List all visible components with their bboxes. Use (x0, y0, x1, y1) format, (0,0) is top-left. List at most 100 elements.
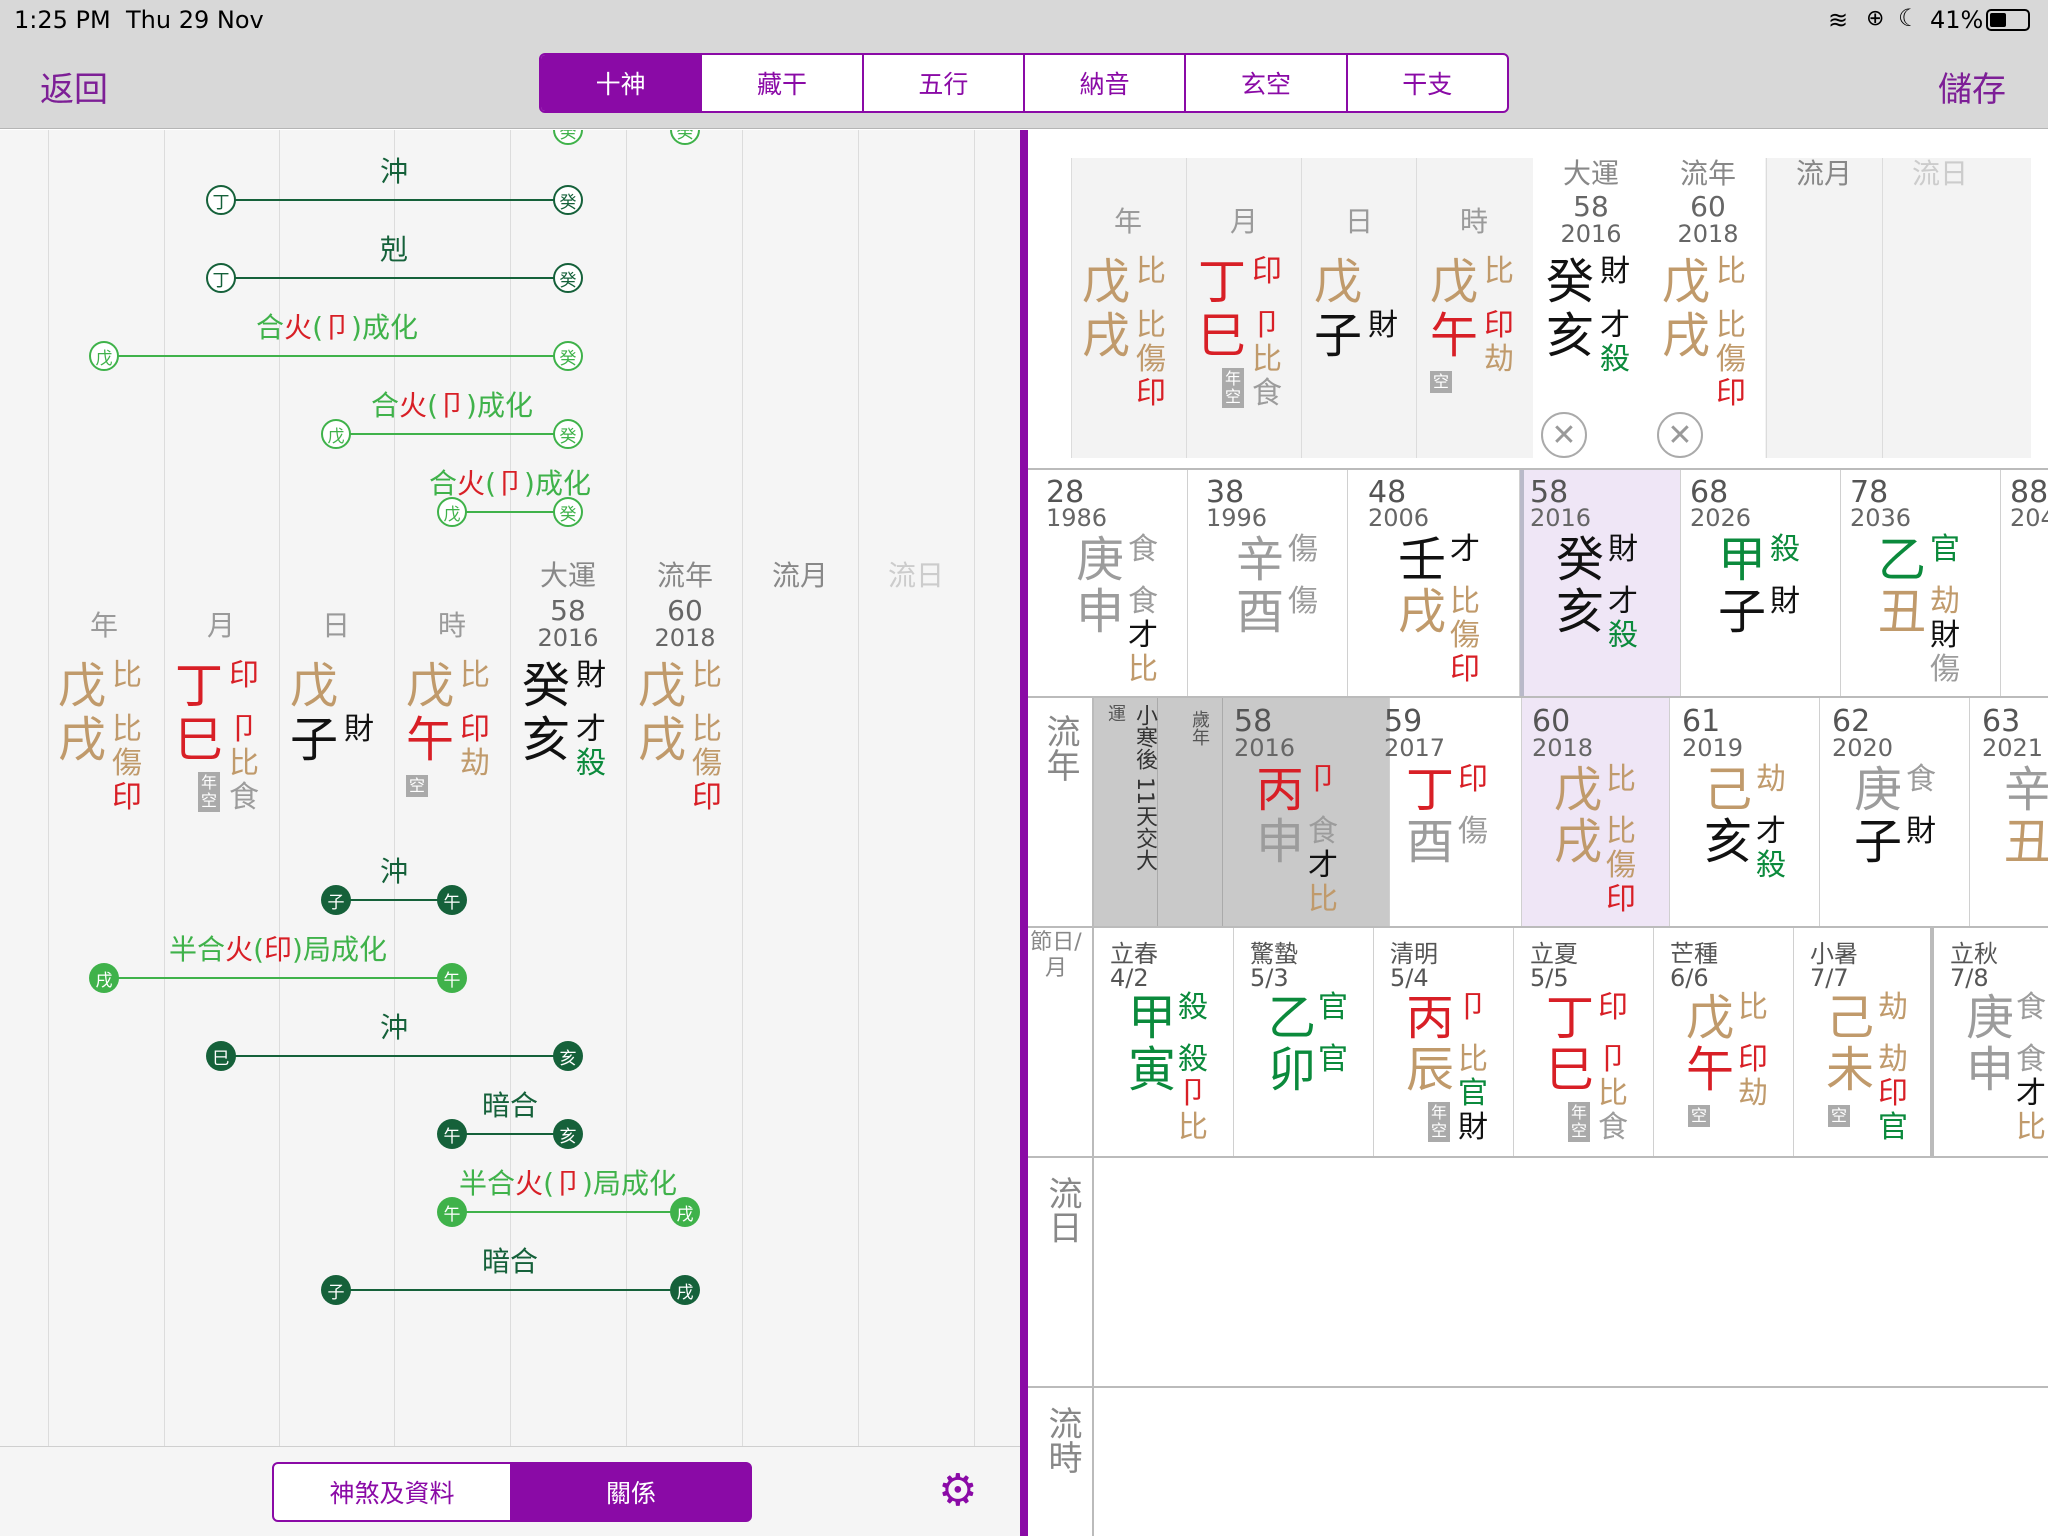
god: 財 (1458, 1110, 1488, 1145)
status-time: 1:25 PM (14, 6, 111, 34)
save-button[interactable]: 儲存 (1938, 62, 2006, 111)
god: 劫 (1484, 342, 1514, 377)
god: 卩 (1598, 1042, 1628, 1077)
year: 2006 (1368, 504, 1430, 532)
tab-canggan[interactable]: 藏干 (700, 55, 861, 111)
god: 財 (344, 712, 374, 747)
god: 食 (1128, 532, 1158, 567)
gear-icon[interactable]: ⚙ (938, 1469, 977, 1513)
tab-relations[interactable]: 關係 (510, 1462, 752, 1522)
tab-ganzhi[interactable]: 干支 (1345, 55, 1507, 111)
god: 食 (2016, 1042, 2046, 1077)
header-yue: 月 (1229, 205, 1258, 238)
relation-label: 合火(卩)成化 (371, 389, 533, 422)
remove-dayun-icon[interactable]: ✕ (1541, 412, 1587, 458)
branch: 戌 (1662, 308, 1711, 364)
node-partial: 癸 (670, 130, 700, 145)
god: 印 (1738, 1042, 1768, 1077)
god: 才 (1608, 584, 1638, 619)
header-yue: 月 (206, 609, 235, 642)
stem: 辛 (2004, 762, 2048, 818)
node-gui: 癸 (553, 341, 583, 371)
god: 比 (692, 712, 722, 747)
branch: 亥 (1556, 584, 1605, 640)
god: 比 (1178, 1110, 1208, 1145)
god: 才 (2016, 1076, 2046, 1111)
god: 比 (1484, 254, 1514, 289)
header-dayun: 大運 (539, 559, 596, 592)
relation-label: 暗合 (481, 1089, 539, 1122)
tab-shishen[interactable]: 十神 (541, 55, 701, 111)
stem: 戊 (406, 658, 455, 714)
god: 比 (1716, 254, 1746, 289)
god: 殺 (1178, 1042, 1208, 1077)
stem: 丁 (1406, 762, 1455, 818)
god: 傷 (1458, 814, 1488, 849)
relations-panel[interactable]: 癸 癸 沖 丁 癸 剋 丁 癸 合火(卩)成化 戊 癸 合火(卩)成化 戊 癸 … (0, 130, 1020, 1446)
god: 印 (1716, 376, 1746, 411)
suiyun-side: 運 (1105, 704, 1126, 722)
jieqi-row-label: 節日/月 (1030, 930, 1082, 981)
kong-tag: 年空 (1568, 1102, 1590, 1142)
god: 比 (1458, 1042, 1488, 1077)
node-gui: 癸 (553, 497, 583, 527)
stem: 癸 (1546, 254, 1595, 310)
relation-line (336, 433, 568, 435)
header-shi: 時 (437, 609, 466, 642)
header-liuri: 流日 (887, 559, 944, 592)
god: 食 (2016, 990, 2046, 1025)
god: 食 (1308, 814, 1338, 849)
god: 印 (1252, 254, 1282, 289)
god: 傷 (692, 746, 722, 781)
stem: 庚 (1076, 532, 1125, 588)
stem: 丁 (175, 658, 224, 714)
relation-line (452, 1211, 685, 1213)
god: 印 (1136, 376, 1166, 411)
god: 食 (1906, 762, 1936, 797)
god: 殺 (1178, 990, 1208, 1025)
branch: 子 (290, 712, 339, 768)
god: 劫 (1756, 762, 1786, 797)
chart-panel[interactable]: 大運 流年 流月 流日 58 60 2016 2018 年 月 日 時 戊 戌 … (1028, 130, 2048, 1536)
branch: 丑 (2004, 814, 2048, 870)
god: 卩 (1458, 990, 1488, 1025)
god: 印 (460, 712, 490, 747)
remove-liunian-icon[interactable]: ✕ (1657, 412, 1703, 458)
tab-xuankong[interactable]: 玄空 (1184, 55, 1345, 111)
tab-shensha[interactable]: 神煞及資料 (272, 1462, 512, 1522)
year: 2019 (1682, 734, 1744, 762)
god: 印 (1450, 652, 1480, 687)
tab-nayin[interactable]: 納音 (1022, 55, 1184, 111)
stem: 己 (1704, 762, 1753, 818)
relation-line (336, 899, 452, 901)
year: 2036 (1850, 504, 1912, 532)
node-hai: 亥 (553, 1041, 583, 1071)
god: 比 (1252, 342, 1282, 377)
wifi-icon: ≋ (1828, 6, 1849, 34)
dayun-year: 2016 (537, 624, 599, 652)
god: 比 (1598, 1076, 1628, 1111)
god: 財 (576, 658, 606, 693)
relation-label: 半合火(印)局成化 (169, 933, 387, 966)
tab-wuxing[interactable]: 五行 (861, 55, 1023, 111)
god: 比 (112, 658, 142, 693)
stem: 戊 (1662, 254, 1711, 310)
stem: 甲 (1128, 990, 1177, 1046)
status-date: Thu 29 Nov (126, 6, 264, 34)
god: 財 (1368, 308, 1398, 343)
branch: 申 (1076, 584, 1125, 640)
god: 才 (1308, 848, 1338, 883)
split-divider[interactable] (1020, 130, 1028, 1536)
battery-percent: 41% (1930, 6, 1984, 34)
branch: 亥 (1704, 814, 1753, 870)
god: 比 (460, 658, 490, 693)
stem: 癸 (522, 658, 571, 714)
relation-line (336, 1289, 685, 1291)
node-wu: 戊 (437, 497, 467, 527)
back-button[interactable]: 返回 (40, 62, 108, 111)
node-gui: 癸 (553, 263, 583, 293)
stem: 庚 (1854, 762, 1903, 818)
year: 2026 (1690, 504, 1752, 532)
liunian-age: 60 (1690, 190, 1726, 223)
header-nian: 年 (89, 609, 118, 642)
